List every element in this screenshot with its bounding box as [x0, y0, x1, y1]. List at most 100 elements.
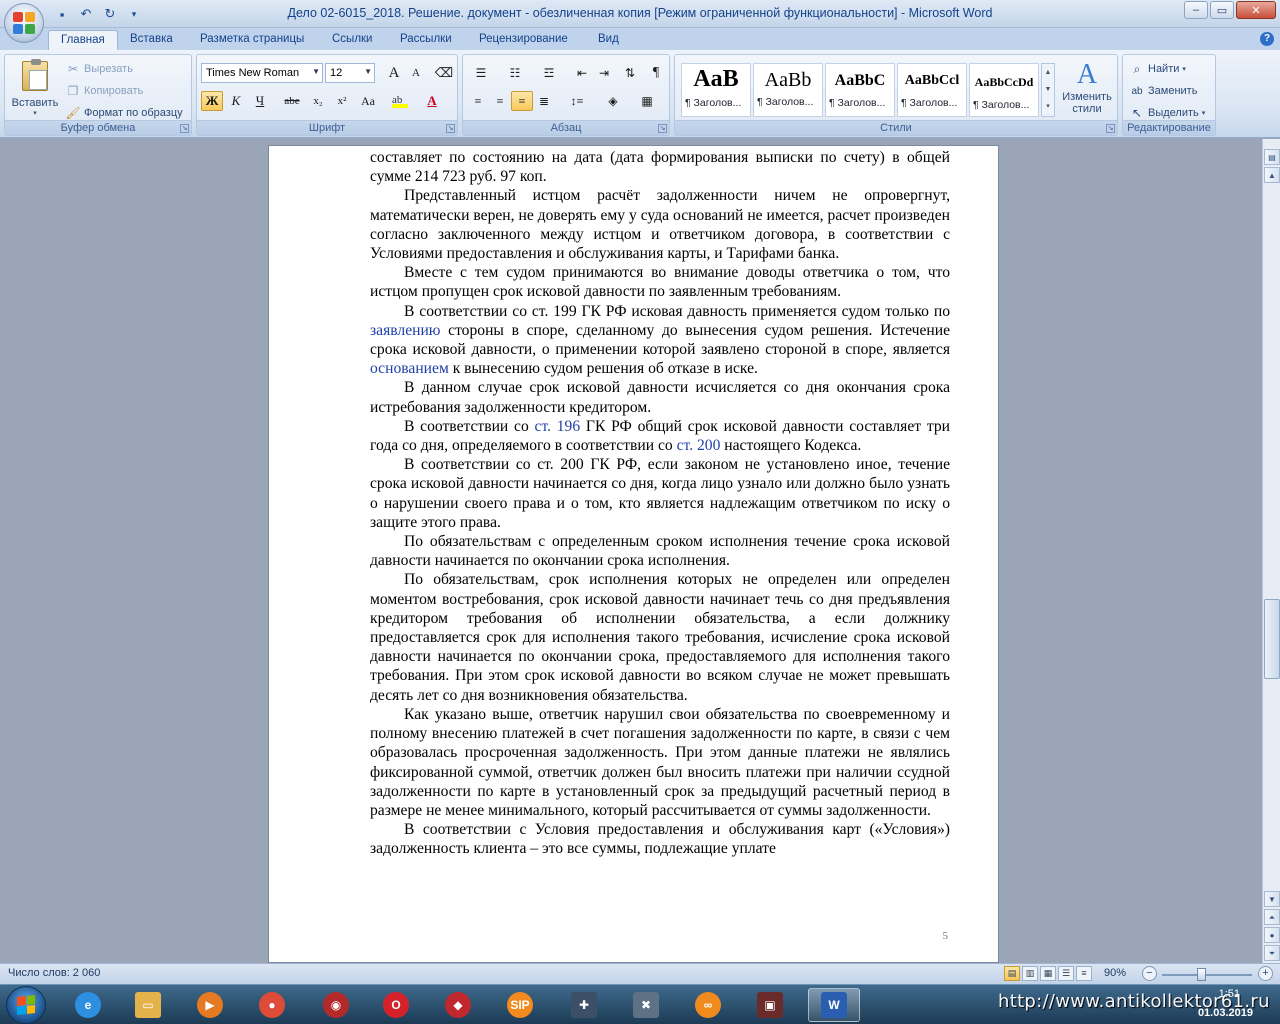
multilevel-list-icon[interactable]: ☲ — [535, 63, 563, 83]
change-case-button[interactable]: Aa — [357, 91, 379, 111]
font-size-combo[interactable]: 12 ▼ — [325, 63, 375, 83]
paragraph[interactable]: В соответствии с Условия предоставления … — [370, 820, 950, 858]
taskbar-app-red-swirl[interactable]: ◉ — [310, 988, 362, 1022]
zoom-slider-track[interactable] — [1162, 974, 1252, 976]
style-tile[interactable]: AaB ¶ Заголов... — [681, 63, 751, 117]
paragraph[interactable]: Вместе с тем судом принимаются во вниман… — [370, 263, 950, 301]
style-tile[interactable]: AaBbC ¶ Заголов... — [825, 63, 895, 117]
tab-references[interactable]: Ссылки — [320, 30, 385, 50]
paragraph[interactable]: По обязательствам с определенным сроком … — [370, 532, 950, 570]
sort-icon[interactable]: ⇅ — [619, 63, 641, 83]
print-layout-icon[interactable]: ▤ — [1004, 966, 1020, 981]
hyperlink[interactable]: ст. 200 — [677, 437, 721, 454]
taskbar-file-explorer[interactable]: ▭ — [122, 988, 174, 1022]
borders-icon[interactable]: ▦ — [633, 91, 661, 111]
paragraph[interactable]: В соответствии со ст. 196 ГК РФ общий ср… — [370, 417, 950, 455]
decrease-indent-icon[interactable]: ⇤ — [571, 63, 593, 83]
copy-button[interactable]: ❐ Копировать — [65, 81, 144, 101]
chevron-down-icon[interactable]: ▼ — [312, 67, 320, 76]
paragraph[interactable]: Как указано выше, ответчик нарушил свои … — [370, 705, 950, 820]
tab-home[interactable]: Главная — [48, 30, 118, 50]
superscript-button[interactable]: x² — [331, 91, 353, 111]
previous-page-button[interactable]: ⏶ — [1264, 909, 1280, 925]
align-right-icon[interactable]: ≡ — [511, 91, 533, 111]
document-body[interactable]: составляет по состоянию на дата (дата фо… — [370, 148, 950, 859]
dialog-launcher-icon[interactable]: ↘ — [180, 124, 189, 133]
paragraph[interactable]: составляет по состоянию на дата (дата фо… — [370, 148, 950, 186]
dialog-launcher-icon[interactable]: ↘ — [1106, 124, 1115, 133]
taskbar-sip-phone[interactable]: SIP — [494, 988, 546, 1022]
zoom-in-button[interactable]: + — [1258, 966, 1273, 981]
bullets-icon[interactable]: ☰ — [467, 63, 495, 83]
find-button[interactable]: ⌕ Найти ▾ — [1129, 59, 1186, 79]
paragraph[interactable]: По обязательствам, срок исполнения котор… — [370, 570, 950, 704]
change-styles-button[interactable]: A Изменить стили — [1059, 59, 1115, 119]
dialog-launcher-icon[interactable]: ↘ — [446, 124, 455, 133]
style-tile[interactable]: AaBbCcDd ¶ Заголов... — [969, 63, 1039, 117]
align-center-icon[interactable]: ≡ — [489, 91, 511, 111]
start-button[interactable] — [6, 986, 46, 1024]
clock-date[interactable]: 01.03.2019 — [1198, 1007, 1253, 1019]
zoom-slider-thumb[interactable] — [1197, 968, 1206, 981]
dialog-launcher-icon[interactable]: ↘ — [658, 124, 667, 133]
paragraph[interactable]: В данном случае срок исковой давности ис… — [370, 378, 950, 416]
hyperlink[interactable]: ст. 196 — [535, 418, 581, 435]
full-screen-reading-icon[interactable]: ▥ — [1022, 966, 1038, 981]
zoom-out-button[interactable]: − — [1142, 966, 1157, 981]
taskbar-app-arrows[interactable]: ✚ — [558, 988, 610, 1022]
strikethrough-button[interactable]: abe — [281, 91, 303, 111]
scroll-thumb[interactable] — [1264, 599, 1280, 679]
font-color-button[interactable]: A — [421, 91, 443, 111]
tab-mailings[interactable]: Рассылки — [388, 30, 464, 50]
taskbar-app-film[interactable]: ▣ — [744, 988, 796, 1022]
draft-icon[interactable]: ≡ — [1076, 966, 1092, 981]
numbering-icon[interactable]: ☷ — [501, 63, 529, 83]
tab-insert[interactable]: Вставка — [118, 30, 185, 50]
taskbar-internet-explorer[interactable]: e — [62, 988, 114, 1022]
align-left-icon[interactable]: ≡ — [467, 91, 489, 111]
clock-time[interactable]: 1:51 — [1219, 988, 1240, 1000]
subscript-button[interactable]: x₂ — [307, 91, 329, 111]
cut-button[interactable]: ✂ Вырезать — [65, 59, 133, 79]
justify-icon[interactable]: ≣ — [533, 91, 555, 111]
taskbar-chrome[interactable]: ● — [246, 988, 298, 1022]
document-page[interactable]: составляет по состоянию на дата (дата фо… — [268, 145, 999, 963]
browse-object-icon[interactable]: ● — [1264, 927, 1280, 943]
taskbar-app-red-cube[interactable]: ◆ — [432, 988, 484, 1022]
taskbar-media-player[interactable]: ▶ — [184, 988, 236, 1022]
outline-icon[interactable]: ☰ — [1058, 966, 1074, 981]
style-tile[interactable]: AaBbCcl ¶ Заголов... — [897, 63, 967, 117]
web-layout-icon[interactable]: ▦ — [1040, 966, 1056, 981]
replace-button[interactable]: ab Заменить — [1129, 81, 1197, 101]
underline-button[interactable]: Ч — [249, 91, 271, 111]
scroll-up-button[interactable]: ▲ — [1264, 167, 1280, 183]
highlight-icon[interactable]: ab — [389, 91, 411, 111]
tab-view[interactable]: Вид — [586, 30, 631, 50]
paste-button[interactable]: Вставить ▾ — [9, 59, 61, 119]
bold-button[interactable]: Ж — [201, 91, 223, 111]
tab-page-layout[interactable]: Разметка страницы — [188, 30, 316, 50]
paragraph[interactable]: Представленный истцом расчёт задолженнос… — [370, 186, 950, 263]
close-button[interactable]: ✕ — [1236, 1, 1276, 19]
office-button[interactable] — [4, 3, 44, 43]
styles-scroll[interactable]: ▲ ▼ ▾ — [1041, 63, 1055, 117]
style-tile[interactable]: AaBb ¶ Заголов... — [753, 63, 823, 117]
line-spacing-icon[interactable]: ↕≡ — [563, 91, 591, 111]
show-marks-button[interactable]: ¶ — [645, 63, 667, 83]
maximize-button[interactable]: ▭ — [1210, 1, 1234, 19]
next-page-button[interactable]: ⏷ — [1264, 945, 1280, 961]
increase-indent-icon[interactable]: ⇥ — [593, 63, 615, 83]
taskbar-opera[interactable]: O — [370, 988, 422, 1022]
shrink-font-button[interactable]: A — [405, 63, 427, 83]
hyperlink[interactable]: основанием — [370, 360, 449, 377]
grow-font-button[interactable]: A — [383, 63, 405, 83]
word-count[interactable]: Число слов: 2 060 — [8, 967, 100, 979]
tab-review[interactable]: Рецензирование — [467, 30, 580, 50]
ruler-toggle-icon[interactable]: ▤ — [1264, 149, 1280, 165]
minimize-button[interactable]: – — [1184, 1, 1208, 19]
italic-button[interactable]: К — [225, 91, 247, 111]
font-name-combo[interactable]: Times New Roman ▼ — [201, 63, 323, 83]
help-icon[interactable]: ? — [1260, 32, 1274, 46]
taskbar-app-orange-link[interactable]: ∞ — [682, 988, 734, 1022]
taskbar-word[interactable]: W — [808, 988, 860, 1022]
